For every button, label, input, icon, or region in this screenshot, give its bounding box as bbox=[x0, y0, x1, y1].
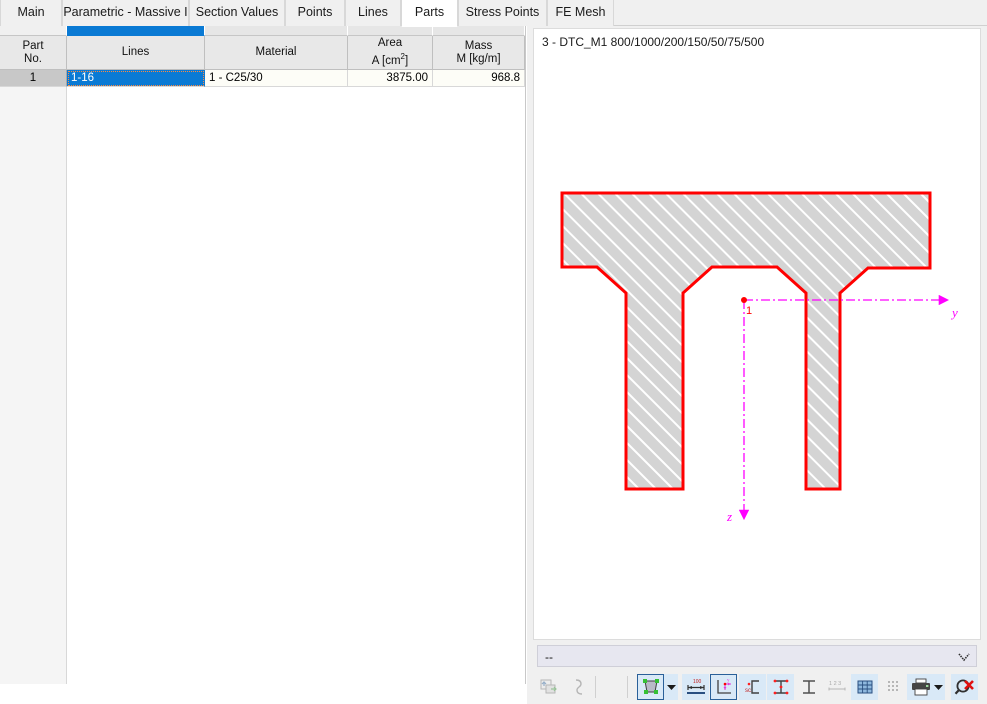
graphic-toolbar: 100 y sc 1 2 3 bbox=[527, 671, 987, 704]
tab-parts[interactable]: Parts bbox=[401, 0, 458, 27]
tab-points[interactable]: Points bbox=[285, 0, 345, 26]
column-selector-area[interactable] bbox=[348, 26, 433, 36]
render-section-button[interactable] bbox=[637, 674, 664, 700]
toolbar-separator bbox=[595, 676, 596, 698]
shear-center-icon: sc bbox=[745, 680, 759, 694]
section-outline-shape bbox=[560, 191, 932, 491]
tab-label: Parametric - Massive I bbox=[63, 5, 188, 19]
table-body-empty-area[interactable] bbox=[0, 87, 525, 684]
table-cell-material[interactable]: 1 - C25/30 bbox=[205, 70, 348, 87]
tab-fe-mesh[interactable]: FE Mesh bbox=[547, 0, 614, 26]
tab-label: Stress Points bbox=[465, 5, 540, 19]
row-header-cell[interactable]: 1 bbox=[0, 70, 67, 87]
show-parts-button[interactable] bbox=[795, 674, 822, 700]
toolbar-separator bbox=[627, 676, 628, 698]
section-graphic-panel: 3 - DTC_M1 800/1000/200/150/50/75/500 y … bbox=[527, 26, 987, 704]
show-stress-points-button[interactable] bbox=[767, 674, 794, 700]
chevron-down-icon[interactable] bbox=[958, 652, 970, 662]
section-outline-button[interactable] bbox=[565, 674, 592, 700]
show-numbering-button[interactable]: 1 2 3 bbox=[823, 674, 850, 700]
parts-table-panel: Part No. Lines Material Area A [cm2] Mass M [kg… bbox=[0, 26, 526, 684]
column-selector-material[interactable] bbox=[205, 26, 348, 36]
table-cell-lines[interactable]: 1-16 bbox=[67, 70, 205, 87]
show-shear-center-button[interactable]: sc bbox=[739, 674, 766, 700]
render-section-icon bbox=[642, 679, 659, 694]
svg-text:1 2 3: 1 2 3 bbox=[829, 681, 841, 687]
stress-points-icon bbox=[773, 679, 788, 695]
column-header-line2: A [cm2] bbox=[371, 52, 409, 67]
svg-text:100: 100 bbox=[693, 679, 702, 685]
tab-label: Points bbox=[297, 5, 333, 19]
column-header-mass[interactable]: Mass M [kg/m] bbox=[433, 36, 525, 70]
table-row[interactable]: 1 1-16 1 - C25/30 3875.00 968.8 bbox=[0, 70, 525, 87]
column-header-line2: M [kg/m] bbox=[456, 52, 501, 65]
tab-label: Section Values bbox=[195, 5, 279, 19]
parts-icon bbox=[802, 680, 815, 694]
import-section-button[interactable] bbox=[535, 674, 562, 700]
dimensions-icon: 100 bbox=[686, 679, 705, 694]
table-cell-mass[interactable]: 968.8 bbox=[433, 70, 525, 87]
axis-z-label: z bbox=[726, 509, 732, 524]
svg-text:sc: sc bbox=[745, 688, 751, 694]
numbering-icon: 1 2 3 bbox=[828, 681, 845, 691]
column-header-area[interactable]: Area A [cm2] bbox=[348, 36, 433, 70]
tab-parametric-massive-i[interactable]: Parametric - Massive I bbox=[62, 0, 189, 26]
tab-bar: Main Parametric - Massive I Section Valu… bbox=[0, 0, 987, 27]
row-header-strip bbox=[0, 87, 67, 684]
tab-section-values[interactable]: Section Values bbox=[189, 0, 285, 26]
tab-label: Lines bbox=[358, 5, 388, 19]
chevron-down-icon bbox=[666, 684, 676, 690]
section-outline-icon bbox=[575, 679, 582, 695]
tab-label: Main bbox=[17, 5, 45, 19]
print-graphic-button[interactable] bbox=[907, 674, 934, 700]
render-section-dropdown-arrow[interactable] bbox=[664, 674, 678, 700]
column-header-material[interactable]: Material bbox=[205, 36, 348, 70]
tab-label: FE Mesh bbox=[555, 5, 606, 19]
axis-system-icon: y bbox=[716, 679, 731, 694]
column-header-lines[interactable]: Lines bbox=[67, 36, 205, 70]
column-header-line2: No. bbox=[24, 52, 42, 65]
column-header-line1: Mass bbox=[464, 39, 493, 52]
axis-y-label: y bbox=[950, 305, 958, 320]
origin-point-label: 1 bbox=[746, 305, 752, 317]
column-selector-mass[interactable] bbox=[433, 26, 525, 36]
show-point-grid-button[interactable] bbox=[879, 674, 906, 700]
combobox-value: -- bbox=[545, 650, 553, 664]
tab-stress-points[interactable]: Stress Points bbox=[458, 0, 547, 26]
tab-lines[interactable]: Lines bbox=[345, 0, 401, 26]
print-dropdown-arrow[interactable] bbox=[931, 674, 945, 700]
svg-text:y: y bbox=[727, 679, 730, 684]
section-canvas[interactable]: 3 - DTC_M1 800/1000/200/150/50/75/500 y … bbox=[533, 28, 981, 640]
column-header-part-no[interactable]: Part No. bbox=[0, 36, 67, 70]
reset-zoom-button[interactable] bbox=[951, 674, 978, 700]
show-fe-mesh-button[interactable] bbox=[851, 674, 878, 700]
import-section-icon bbox=[540, 679, 557, 694]
column-selector-lines[interactable] bbox=[67, 26, 205, 36]
chevron-down-icon bbox=[933, 684, 943, 690]
printer-icon bbox=[911, 678, 930, 696]
show-dimensions-button[interactable]: 100 bbox=[682, 674, 709, 700]
column-header-line2: Lines bbox=[121, 46, 150, 58]
table-cell-area[interactable]: 3875.00 bbox=[348, 70, 433, 87]
tab-label: Parts bbox=[414, 5, 445, 19]
table-header-row: Part No. Lines Material Area A [cm2] Mass M [kg… bbox=[0, 36, 525, 70]
column-header-line1: Part bbox=[22, 39, 44, 52]
column-selector-strip bbox=[0, 26, 525, 36]
column-header-line1: Area bbox=[377, 37, 403, 50]
zoom-reset-icon bbox=[954, 679, 974, 695]
point-grid-icon bbox=[887, 681, 898, 691]
show-axis-system-button[interactable]: y bbox=[710, 674, 737, 700]
column-header-line2: Material bbox=[255, 46, 297, 58]
tab-main[interactable]: Main bbox=[0, 0, 62, 26]
section-selector-combobox[interactable]: -- bbox=[537, 645, 977, 667]
section-drawing: y z 1 bbox=[560, 191, 958, 524]
fe-mesh-icon bbox=[857, 680, 872, 694]
column-selector-part-no[interactable] bbox=[0, 26, 67, 36]
